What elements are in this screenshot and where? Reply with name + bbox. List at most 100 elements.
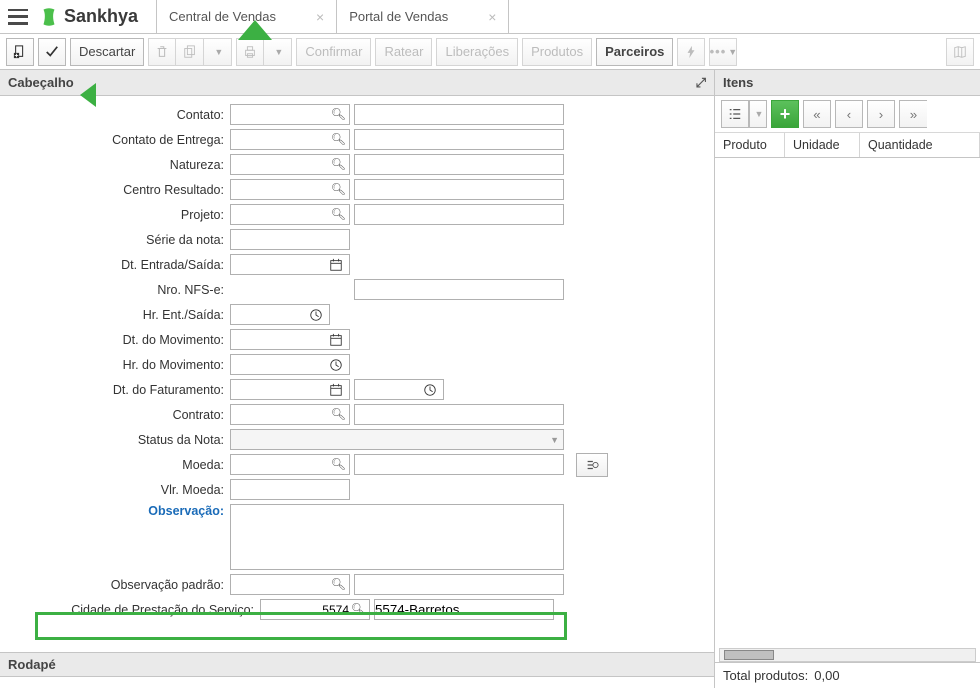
input-hr-ent-saida[interactable] (230, 304, 330, 325)
desc-observacao-padrao[interactable] (354, 574, 564, 595)
input-centro-resultado[interactable] (230, 179, 350, 200)
liberacoes-button[interactable]: Liberações (436, 38, 518, 66)
input-hr-movimento[interactable] (230, 354, 350, 375)
desc-projeto[interactable] (354, 204, 564, 225)
desc-moeda[interactable] (354, 454, 564, 475)
desc-contato[interactable] (354, 104, 564, 125)
close-icon[interactable]: × (488, 9, 496, 25)
input-contato-entrega[interactable] (230, 129, 350, 150)
horizontal-scrollbar[interactable] (719, 648, 976, 662)
brand-name: Sankhya (64, 6, 138, 27)
cabecalho-header: Cabeçalho ⤢ (0, 70, 714, 96)
menu-button[interactable] (8, 9, 28, 25)
total-bar: Total produtos: 0,00 (715, 662, 980, 688)
label-contato: Contato: (0, 108, 230, 122)
total-value: 0,00 (814, 668, 839, 683)
section-title: Rodapé (8, 657, 56, 672)
calendar-icon (329, 383, 343, 397)
tab-label: Portal de Vendas (349, 9, 448, 24)
label-projeto: Projeto: (0, 208, 230, 222)
print-dropdown[interactable]: ▼ (264, 38, 292, 66)
input-serie-nota[interactable] (230, 229, 350, 250)
total-label: Total produtos: (723, 668, 808, 683)
input-natureza[interactable] (230, 154, 350, 175)
input-nro-nfse[interactable] (354, 279, 564, 300)
confirmar-button[interactable]: Confirmar (296, 38, 371, 66)
map-button[interactable] (946, 38, 974, 66)
label-observacao: Observação: (0, 504, 230, 518)
input-vlr-moeda[interactable] (230, 479, 350, 500)
label-dt-movimento: Dt. do Movimento: (0, 333, 230, 347)
expand-icon[interactable]: ⤢ (696, 75, 706, 91)
desc-cidade-prestacao[interactable] (374, 599, 554, 620)
label-dt-faturamento: Dt. do Faturamento: (0, 383, 230, 397)
clock-icon (309, 308, 323, 322)
moeda-aux-button[interactable] (576, 453, 608, 477)
print-button[interactable] (236, 38, 264, 66)
list-view-button[interactable] (721, 100, 749, 128)
input-contato[interactable] (230, 104, 350, 125)
copy-dropdown[interactable]: ▼ (204, 38, 232, 66)
parceiros-button[interactable]: Parceiros (596, 38, 673, 66)
label-status-nota: Status da Nota: (0, 433, 230, 447)
input-moeda[interactable] (230, 454, 350, 475)
calendar-icon (329, 258, 343, 272)
descartar-button[interactable]: Descartar (70, 38, 144, 66)
label-cidade-prestacao: Cidade de Prestação do Serviço: (0, 603, 260, 617)
input-observacao[interactable] (230, 504, 564, 570)
desc-natureza[interactable] (354, 154, 564, 175)
input-projeto[interactable] (230, 204, 350, 225)
new-button[interactable] (6, 38, 34, 66)
select-status-nota[interactable]: ▼ (230, 429, 564, 450)
bolt-button[interactable] (677, 38, 705, 66)
label-serie-nota: Série da nota: (0, 233, 230, 247)
input-dt-movimento[interactable] (230, 329, 350, 350)
section-title: Cabeçalho (8, 75, 74, 90)
itens-header: Itens (715, 70, 980, 96)
confirm-check-button[interactable] (38, 38, 66, 66)
label-vlr-moeda: Vlr. Moeda: (0, 483, 230, 497)
close-icon[interactable]: × (316, 9, 324, 25)
input-dt-faturamento[interactable] (230, 379, 350, 400)
col-unidade[interactable]: Unidade (785, 133, 860, 157)
label-nro-nfse: Nro. NFS-e: (0, 283, 230, 297)
first-page-button[interactable]: « (803, 100, 831, 128)
input-cidade-prestacao[interactable] (260, 599, 370, 620)
tab-central-de-vendas[interactable]: Central de Vendas × (156, 0, 337, 34)
desc-centro-resultado[interactable] (354, 179, 564, 200)
ratear-button[interactable]: Ratear (375, 38, 432, 66)
clock-icon (423, 383, 437, 397)
input-dt-entrada-saida[interactable] (230, 254, 350, 275)
label-contato-entrega: Contato de Entrega: (0, 133, 230, 147)
section-title: Itens (723, 75, 753, 90)
calendar-icon (329, 333, 343, 347)
add-item-button[interactable]: + (771, 100, 799, 128)
label-contrato: Contrato: (0, 408, 230, 422)
input-observacao-padrao[interactable] (230, 574, 350, 595)
delete-button[interactable] (148, 38, 176, 66)
more-button[interactable]: •••▼ (709, 38, 737, 66)
col-quantidade[interactable]: Quantidade (860, 133, 980, 157)
label-natureza: Natureza: (0, 158, 230, 172)
input-hr-faturamento[interactable] (354, 379, 444, 400)
produtos-button[interactable]: Produtos (522, 38, 592, 66)
label-centro-resultado: Centro Resultado: (0, 183, 230, 197)
rodape-header: Rodapé (0, 652, 714, 676)
copy-button[interactable] (176, 38, 204, 66)
label-hr-movimento: Hr. do Movimento: (0, 358, 230, 372)
label-dt-entrada-saida: Dt. Entrada/Saída: (0, 258, 230, 272)
prev-page-button[interactable]: ‹ (835, 100, 863, 128)
desc-contato-entrega[interactable] (354, 129, 564, 150)
next-page-button[interactable]: › (867, 100, 895, 128)
last-page-button[interactable]: » (899, 100, 927, 128)
brand-logo (38, 6, 60, 28)
input-contrato[interactable] (230, 404, 350, 425)
label-hr-ent-saida: Hr. Ent./Saída: (0, 308, 230, 322)
tab-portal-de-vendas[interactable]: Portal de Vendas × (337, 0, 509, 34)
desc-contrato[interactable] (354, 404, 564, 425)
items-table-header: Produto Unidade Quantidade (715, 133, 980, 158)
tab-label: Central de Vendas (169, 9, 276, 24)
list-view-dropdown[interactable]: ▼ (749, 100, 767, 128)
col-produto[interactable]: Produto (715, 133, 785, 157)
label-moeda: Moeda: (0, 458, 230, 472)
